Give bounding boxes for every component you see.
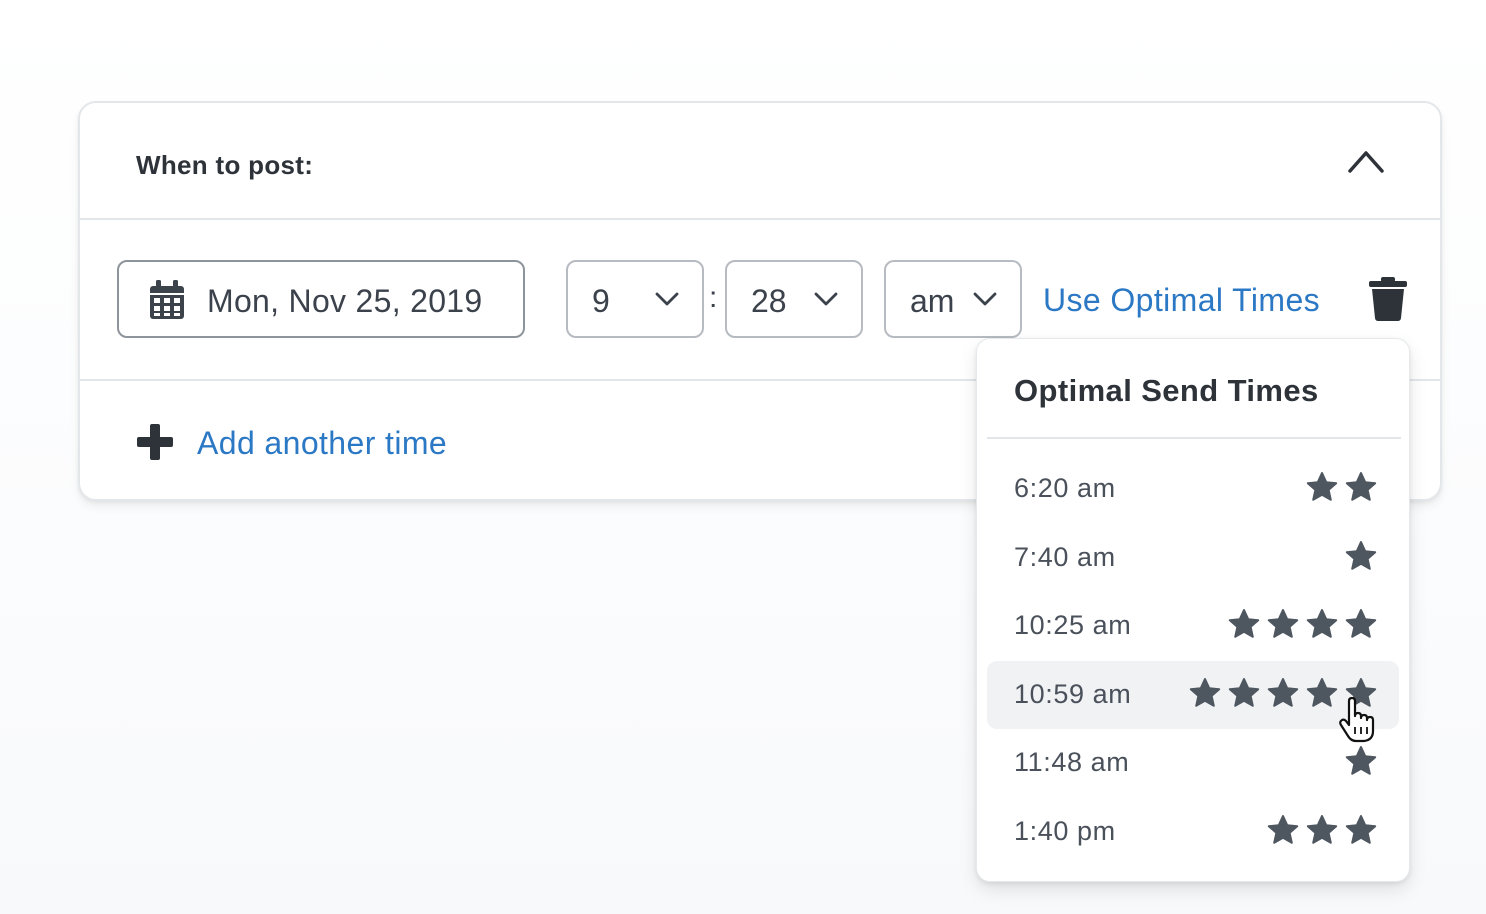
minute-value: 28 — [751, 283, 787, 319]
minute-select[interactable]: 28 — [725, 260, 863, 338]
use-optimal-times-link[interactable]: Use Optimal Times — [1043, 282, 1320, 319]
option-time: 10:25 am — [1014, 610, 1132, 640]
hand-pointer-icon — [1339, 697, 1375, 743]
star-icon — [1345, 609, 1377, 638]
hour-value: 9 — [592, 283, 610, 319]
star-icon — [1345, 540, 1377, 570]
page: When to post: Mon, Nov 25, 2019 9: 28 a… — [0, 0, 1486, 914]
star-icon — [1267, 814, 1299, 844]
star-icon — [1345, 472, 1377, 501]
add-another-time-label: Add another time — [197, 425, 448, 461]
star-icon — [1306, 814, 1338, 844]
star-icon — [1306, 609, 1338, 638]
optimal-time-option[interactable]: 10:25 am — [987, 592, 1399, 660]
date-value: Mon, Nov 25, 2019 — [207, 283, 483, 319]
star-rating — [1267, 814, 1377, 846]
collapse-button[interactable] — [1344, 139, 1388, 183]
star-icon — [1267, 609, 1299, 638]
star-icon — [1306, 472, 1338, 501]
optimal-times-dropdown: Optimal Send Times 6:20 am 7:40 am 10:25 a… — [976, 338, 1410, 882]
star-icon — [1306, 677, 1338, 707]
star-rating — [1306, 471, 1377, 503]
hour-select[interactable]: 9 — [566, 260, 704, 338]
chevron-down-icon — [655, 292, 679, 306]
option-time: 7:40 am — [1014, 541, 1116, 572]
time-separator: : — [709, 281, 718, 314]
star-icon — [1189, 677, 1221, 707]
card-header: When to post: — [80, 103, 1440, 220]
option-time: 10:59 am — [1014, 678, 1132, 709]
optimal-time-option[interactable]: 6:20 am — [987, 455, 1399, 523]
option-time: 6:20 am — [1014, 473, 1116, 503]
card-title: When to post: — [136, 150, 314, 180]
chevron-down-icon — [814, 292, 838, 306]
plus-icon — [137, 424, 173, 460]
star-icon — [1345, 814, 1377, 844]
option-time: 11:48 am — [1014, 747, 1130, 777]
ampm-value: am — [910, 283, 955, 319]
chevron-up-icon — [1348, 151, 1384, 173]
star-rating — [1345, 540, 1377, 572]
date-picker[interactable]: Mon, Nov 25, 2019 — [117, 260, 525, 338]
optimal-time-option[interactable]: 7:40 am — [987, 524, 1399, 592]
ampm-select[interactable]: am — [884, 260, 1022, 338]
option-time: 1:40 pm — [1014, 815, 1116, 846]
chevron-down-icon — [973, 292, 997, 306]
optimal-time-option[interactable]: 1:40 pm — [987, 798, 1399, 866]
dropdown-title: Optimal Send Times — [1014, 373, 1319, 408]
star-icon — [1228, 609, 1260, 638]
calendar-icon — [150, 280, 184, 319]
star-icon — [1267, 677, 1299, 707]
star-icon — [1228, 677, 1260, 707]
star-rating — [1228, 608, 1377, 640]
star-icon — [1345, 746, 1377, 775]
trash-icon[interactable] — [1369, 277, 1407, 321]
star-rating — [1345, 745, 1377, 777]
dropdown-divider — [987, 437, 1401, 439]
